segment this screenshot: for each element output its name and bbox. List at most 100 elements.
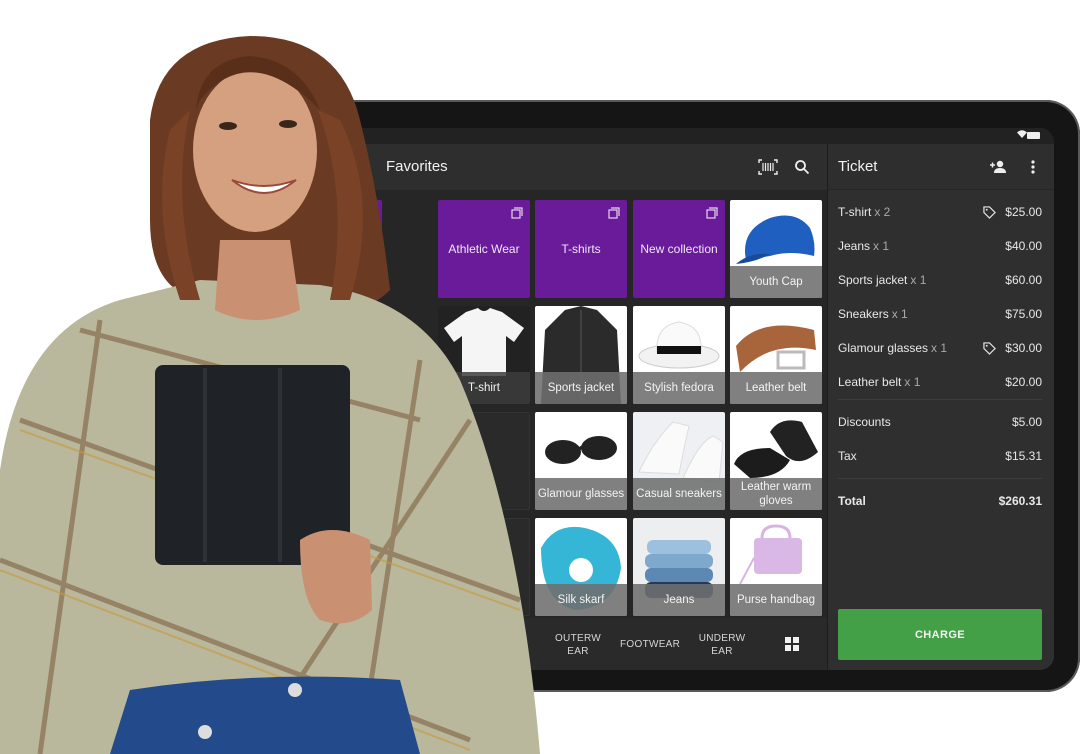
line-item-price: $30.00 <box>1005 341 1042 355</box>
item-caption: Sports jacket <box>535 372 627 404</box>
tab-footwear[interactable]: FOOTWEAR <box>620 638 680 651</box>
status-time: 11 <box>348 130 360 142</box>
item-tile[interactable]: Purse handbag <box>730 518 822 616</box>
ticket-title: Ticket <box>838 158 878 175</box>
discounts-value: $5.00 <box>1011 415 1042 429</box>
discount-tag-icon <box>983 342 996 355</box>
item-tile[interactable]: Leather belt <box>730 306 822 404</box>
item-caption: Leather warm gloves <box>730 478 822 510</box>
stack-icon <box>706 207 718 219</box>
line-item-price: $25.00 <box>1005 205 1042 219</box>
tab-outerwear[interactable]: OUTERW EAR <box>548 632 608 658</box>
ticket-panel: Ticket T-shirt x 2 $25.00 Jeans x 1 $40.00 Spo… <box>828 144 1054 670</box>
item-caption: Glamour glasses <box>535 478 627 510</box>
battery-icon <box>1027 132 1040 139</box>
item-grid: Outerwear Athletic Wear T-shirts New col… <box>340 190 827 618</box>
face <box>193 68 317 232</box>
pos-screen: 11 Favorites Outerwear Athletic W <box>340 128 1054 670</box>
charge-button[interactable]: CHARGE <box>838 609 1042 660</box>
item-tile[interactable] <box>340 306 382 404</box>
category-tile[interactable]: Athletic Wear <box>438 200 530 298</box>
item-caption: Youth Cap <box>730 266 822 298</box>
line-item-qty: x 1 <box>891 307 908 321</box>
category-tile[interactable]: T-shirts <box>535 200 627 298</box>
category-label: T-shirts <box>561 242 601 256</box>
discounts-label: Discounts <box>838 415 891 429</box>
item-tile[interactable]: Stylish fedora <box>633 306 725 404</box>
line-item-label: T-shirt x 2 <box>838 205 890 219</box>
category-tile[interactable]: New collection <box>633 200 725 298</box>
line-item-name: T-shirt <box>838 205 872 219</box>
category-label: Outerwear <box>340 242 365 256</box>
more-vert-icon[interactable] <box>1021 155 1045 179</box>
item-tile[interactable]: Casual sneakers <box>633 412 725 510</box>
ticket-line-item[interactable]: Glamour glasses x 1 $30.00 <box>838 338 1042 358</box>
item-tile[interactable]: Jeans <box>633 518 725 616</box>
ticket-line-item[interactable]: Sports jacket x 1 $60.00 <box>838 270 1042 290</box>
line-item-label: Sports jacket x 1 <box>838 273 926 287</box>
item-tile[interactable]: Leather warm gloves <box>730 412 822 510</box>
line-item-qty: x 1 <box>931 341 948 355</box>
item-tile[interactable]: Silk skarf <box>535 518 627 616</box>
line-item-qty: x 1 <box>910 273 927 287</box>
stack-icon <box>608 207 620 219</box>
line-item-qty: x 1 <box>904 375 921 389</box>
item-caption: Silk skarf <box>535 584 627 616</box>
tab-underwear[interactable]: UNDERW EAR <box>692 632 752 658</box>
stack-icon <box>363 207 375 219</box>
item-caption: Purse handbag <box>730 584 822 616</box>
line-item-price: $75.00 <box>1005 307 1042 321</box>
line-item-label: Jeans x 1 <box>838 239 889 253</box>
separator <box>838 399 1042 400</box>
discount-tag-icon <box>983 206 996 219</box>
total-value: $260.31 <box>998 494 1042 508</box>
total-label: Total <box>838 494 866 508</box>
search-icon[interactable] <box>790 155 814 179</box>
discounts-row: Discounts $5.00 <box>838 412 1042 432</box>
tax-value: $15.31 <box>1005 449 1042 463</box>
line-item-qty: x 2 <box>874 205 891 219</box>
line-item-name: Sports jacket <box>838 273 908 287</box>
line-item-name: Glamour glasses <box>838 341 929 355</box>
line-item-label: Glamour glasses x 1 <box>838 341 947 355</box>
ticket-line-item[interactable]: Jeans x 1 $40.00 <box>838 236 1042 256</box>
page-title: Favorites <box>386 158 448 175</box>
line-item-name: Jeans <box>838 239 871 253</box>
item-caption: Stylish fedora <box>633 372 725 404</box>
line-item-qty: x 1 <box>873 239 890 253</box>
item-tile[interactable]: Sports jacket <box>535 306 627 404</box>
category-tile[interactable]: Outerwear <box>340 200 382 298</box>
ticket-line-item[interactable]: T-shirt x 2 $25.00 <box>838 202 1042 222</box>
total-row: Total $260.31 <box>838 491 1042 511</box>
empty-tile[interactable] <box>438 518 530 616</box>
line-item-price: $60.00 <box>1005 273 1042 287</box>
catalog-header: Favorites <box>340 144 827 190</box>
status-bar: 11 <box>340 128 1054 144</box>
category-label: Athletic Wear <box>448 242 520 256</box>
line-item-price: $20.00 <box>1005 375 1042 389</box>
line-item-label: Sneakers x 1 <box>838 307 908 321</box>
line-item-label: Leather belt x 1 <box>838 375 920 389</box>
ticket-header: Ticket <box>828 144 1054 190</box>
line-item-name: Leather belt <box>838 375 902 389</box>
add-customer-icon[interactable] <box>986 155 1010 179</box>
item-caption: T-shirt <box>438 372 530 404</box>
empty-tile[interactable] <box>438 412 530 510</box>
category-tabs: OUTERW EAR FOOTWEAR UNDERW EAR <box>340 618 827 670</box>
item-tile[interactable]: Glamour glasses <box>535 412 627 510</box>
line-item-name: Sneakers <box>838 307 889 321</box>
line-item-price: $40.00 <box>1005 239 1042 253</box>
tax-label: Tax <box>838 449 857 463</box>
ticket-line-item[interactable]: Sneakers x 1 $75.00 <box>838 304 1042 324</box>
item-tile[interactable]: T-shirt <box>438 306 530 404</box>
held-tablet <box>155 365 350 565</box>
item-tile[interactable]: Youth Cap <box>730 200 822 298</box>
grid-view-icon[interactable] <box>785 637 799 651</box>
barcode-scan-icon[interactable] <box>756 155 780 179</box>
item-caption: Leather belt <box>730 372 822 404</box>
item-caption: Casual sneakers <box>633 478 725 510</box>
item-caption: Jeans <box>633 584 725 616</box>
ticket-line-item[interactable]: Leather belt x 1 $20.00 <box>838 372 1042 392</box>
separator <box>838 478 1042 479</box>
stack-icon <box>511 207 523 219</box>
